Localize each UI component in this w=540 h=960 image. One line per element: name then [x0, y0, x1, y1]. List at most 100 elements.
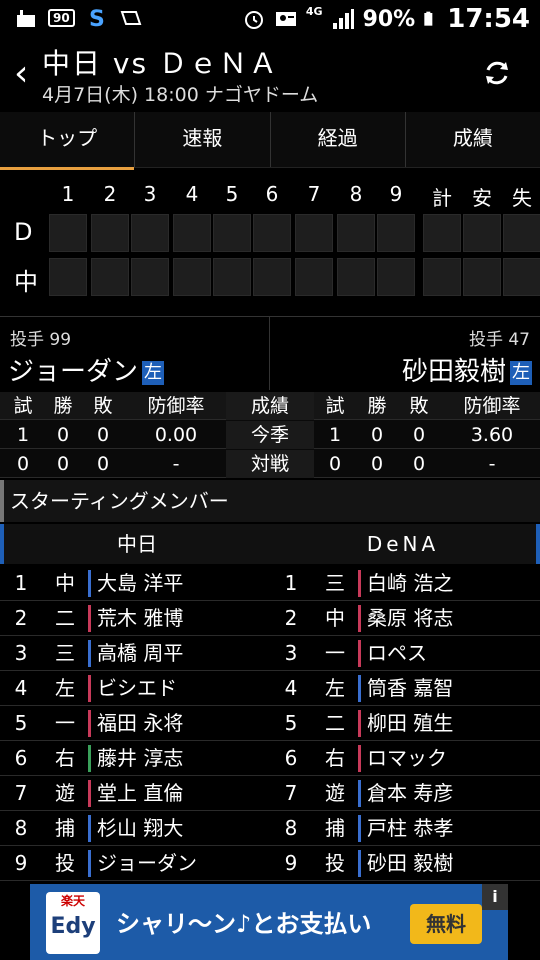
lineup-row[interactable]: 4 左ビシエド: [0, 671, 270, 706]
score-cell: [131, 214, 169, 252]
tab-bar: トップ 速報 経過 成績: [0, 112, 540, 170]
batting-order: 8: [284, 816, 298, 840]
refresh-icon[interactable]: [480, 56, 514, 90]
lineup-row[interactable]: 9 投ジョーダン: [0, 846, 270, 881]
player-name[interactable]: ロペス: [358, 640, 427, 667]
player-name[interactable]: 藤井 淳志: [88, 745, 183, 772]
lineup-row[interactable]: 2 中桑原 将志: [270, 601, 540, 636]
stats-cell: -: [172, 453, 180, 475]
player-name[interactable]: 砂田 毅樹: [358, 850, 453, 877]
batting-order: 2: [14, 606, 28, 630]
inning-header: 6: [265, 182, 279, 206]
ad-info-icon[interactable]: i: [482, 884, 508, 910]
fielding-position: 一: [325, 641, 345, 665]
stats-cell: 0: [16, 453, 30, 475]
score-cell: [131, 258, 169, 296]
throwing-hand-badge: 左: [510, 361, 532, 385]
score-cell: [49, 214, 87, 252]
batting-order: 5: [284, 711, 298, 735]
stats-cell: 1: [328, 424, 342, 446]
fielding-position: 一: [55, 711, 75, 735]
lineup-row[interactable]: 5 一福田 永将: [0, 706, 270, 741]
stats-row: 0 0 0 - 対戦 0 0 0 -: [0, 450, 540, 478]
fielding-position: 二: [55, 606, 75, 630]
lineup-row[interactable]: 6 右ロマック: [270, 741, 540, 776]
player-name[interactable]: 福田 永将: [88, 710, 183, 737]
player-name[interactable]: 筒香 嘉智: [358, 675, 453, 702]
inning-header: 5: [225, 182, 239, 206]
stats-cell: 勝: [367, 395, 387, 417]
stats-cell: 0: [370, 424, 384, 446]
player-name[interactable]: 柳田 殖生: [358, 710, 453, 737]
player-name[interactable]: ロマック: [358, 745, 447, 772]
lineup-row[interactable]: 2 二荒木 雅博: [0, 601, 270, 636]
tab-live[interactable]: 速報: [135, 112, 271, 167]
fielding-position: 左: [55, 676, 75, 700]
stats-cell: -: [488, 453, 496, 475]
lineup-row[interactable]: 7 遊堂上 直倫: [0, 776, 270, 811]
stats-cell: 対戦: [226, 450, 314, 478]
player-name[interactable]: 白崎 浩之: [358, 570, 453, 597]
batting-order: 5: [14, 711, 28, 735]
divider: [269, 316, 270, 390]
home-pitcher-name[interactable]: ジョーダン左: [8, 351, 165, 388]
batting-order: 4: [284, 676, 298, 700]
batting-order: 3: [284, 641, 298, 665]
lineup-row[interactable]: 3 一ロペス: [270, 636, 540, 671]
batting-order: 7: [284, 781, 298, 805]
stats-cell: 試: [13, 395, 33, 417]
batting-order: 8: [14, 816, 28, 840]
score-cell: [503, 214, 540, 252]
home-pitcher-label: 投手 99: [10, 330, 72, 350]
score-cell: [213, 214, 251, 252]
batting-order: 7: [14, 781, 28, 805]
player-name[interactable]: 荒木 雅博: [88, 605, 183, 632]
lineup-row[interactable]: 8 捕杉山 翔大: [0, 811, 270, 846]
away-pitcher-name[interactable]: 砂田毅樹左: [402, 351, 532, 388]
ad-text: シャリ〜ン♪とお支払い: [116, 910, 372, 938]
player-name[interactable]: ビシエド: [88, 675, 177, 702]
lineup-row[interactable]: 1 三白崎 浩之: [270, 566, 540, 601]
player-name[interactable]: 桑原 将志: [358, 605, 453, 632]
fielding-position: 三: [325, 571, 345, 595]
lineup-row[interactable]: 5 二柳田 殖生: [270, 706, 540, 741]
score-cell: [173, 258, 211, 296]
player-name[interactable]: 倉本 寿彦: [358, 780, 453, 807]
stats-cell: 0.00: [154, 424, 198, 446]
score-cell: [337, 258, 375, 296]
player-name[interactable]: 大島 洋平: [88, 570, 183, 597]
scoreboard: 1 2 3 4 5 6 7 8 9 計安失 D中: [0, 170, 540, 304]
ad-banner[interactable]: 楽天 Edy シャリ〜ン♪とお支払い 無料 i: [30, 884, 508, 960]
status-bar: 90 S 4G 90% 17:54: [0, 0, 540, 38]
back-arrow-icon[interactable]: ‹: [14, 56, 28, 92]
player-name[interactable]: 戸柱 恭孝: [358, 815, 453, 842]
tab-progress[interactable]: 経過: [271, 112, 406, 167]
batting-order: 9: [284, 851, 298, 875]
tab-results[interactable]: 成績: [406, 112, 540, 167]
home-team-header: 中日: [0, 524, 270, 564]
lineup-row[interactable]: 7 遊倉本 寿彦: [270, 776, 540, 811]
ad-free-button[interactable]: 無料: [410, 904, 482, 944]
person-card-icon: [275, 12, 296, 26]
team-abbrev: D: [14, 218, 33, 246]
message-icon: [120, 11, 142, 25]
player-name[interactable]: 堂上 直倫: [88, 780, 183, 807]
lineup-row[interactable]: 1 中大島 洋平: [0, 566, 270, 601]
player-name[interactable]: 高橋 周平: [88, 640, 183, 667]
stats-cell: 0: [370, 453, 384, 475]
inning-header: 3: [143, 182, 157, 206]
score-cell: [463, 214, 501, 252]
lineup-row[interactable]: 9 投砂田 毅樹: [270, 846, 540, 881]
player-name[interactable]: ジョーダン: [88, 850, 197, 877]
player-name[interactable]: 杉山 翔大: [88, 815, 183, 842]
lineup-row[interactable]: 4 左筒香 嘉智: [270, 671, 540, 706]
stats-cell: 0: [96, 453, 110, 475]
lineup-row[interactable]: 6 右藤井 淳志: [0, 741, 270, 776]
calendar-icon: [17, 10, 35, 27]
score-cell: [173, 214, 211, 252]
lineup-row[interactable]: 8 捕戸柱 恭孝: [270, 811, 540, 846]
tab-top[interactable]: トップ: [0, 112, 136, 170]
lineup-row[interactable]: 3 三高橋 周平: [0, 636, 270, 671]
signal-icon: [332, 9, 354, 29]
score-cell: [91, 214, 129, 252]
